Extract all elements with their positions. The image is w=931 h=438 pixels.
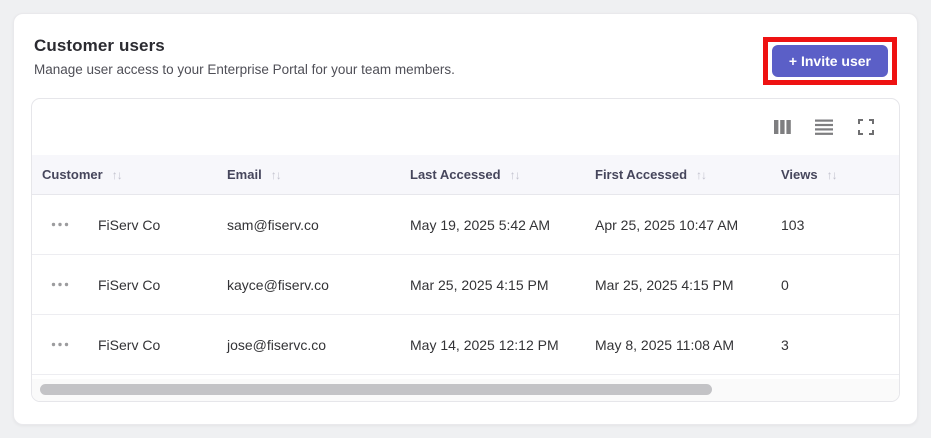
row-menu-icon[interactable] (47, 338, 73, 351)
sort-icon: ↑↓ (696, 167, 707, 182)
column-header-last-accessed[interactable]: Last Accessed ↑↓ (397, 167, 582, 182)
cell-email: jose@fiservc.co (227, 336, 327, 353)
sort-icon: ↑↓ (826, 167, 838, 182)
row-actions-cell (32, 338, 88, 351)
invite-user-button[interactable]: + Invite user (771, 45, 888, 77)
ellipsis-icon-glyph (51, 342, 69, 347)
row-menu-icon[interactable] (47, 218, 73, 231)
row-actions-cell (32, 218, 88, 231)
fullscreen-icon-glyph (858, 119, 874, 135)
table-toolbar (32, 99, 899, 155)
cell-email: kayce@fiserv.co (227, 276, 329, 293)
cell-views: 3 (781, 336, 789, 353)
horizontal-scrollbar-thumb[interactable] (40, 384, 712, 395)
header-text: Customer users Manage user access to you… (34, 36, 455, 77)
cell-email: sam@fiserv.co (227, 216, 319, 233)
column-label: Views (781, 167, 818, 182)
table-row: FiServ Co sam@fiserv.co May 19, 2025 5:4… (32, 195, 899, 255)
fullscreen-icon[interactable] (856, 117, 876, 137)
column-header-email[interactable]: Email ↑↓ (214, 167, 397, 182)
users-table: Customer ↑↓ Email ↑↓ Last Accessed ↑↓ Fi… (31, 98, 900, 402)
cell-last-accessed: May 19, 2025 5:42 AM (410, 216, 551, 233)
cell-first-accessed: Apr 25, 2025 10:47 AM (595, 216, 739, 233)
cell-first-accessed: Mar 25, 2025 4:15 PM (595, 276, 734, 293)
column-label: First Accessed (595, 167, 688, 182)
sort-icon: ↑↓ (111, 167, 123, 182)
row-density-icon[interactable] (814, 117, 834, 137)
row-density-icon-glyph (815, 119, 833, 135)
cell-last-accessed: May 14, 2025 12:12 PM (410, 336, 559, 353)
row-actions-cell (32, 278, 88, 291)
horizontal-scrollbar-track[interactable] (32, 379, 899, 401)
card-header: Customer users Manage user access to you… (31, 36, 900, 85)
column-label: Email (227, 167, 262, 182)
cell-customer: FiServ Co (98, 336, 161, 353)
table-row: FiServ Co kayce@fiserv.co Mar 25, 2025 4… (32, 255, 899, 315)
column-header-views[interactable]: Views ↑↓ (768, 167, 899, 182)
annotation-highlight-box: + Invite user (762, 37, 897, 85)
cell-customer: FiServ Co (98, 276, 161, 293)
row-menu-icon[interactable] (47, 278, 73, 291)
page-title: Customer users (34, 36, 165, 55)
cell-views: 103 (781, 216, 805, 233)
cell-customer: FiServ Co (98, 216, 161, 233)
sort-icon: ↑↓ (270, 167, 282, 182)
sort-icon: ↑↓ (509, 167, 521, 182)
column-label: Last Accessed (410, 167, 501, 182)
customer-users-card: Customer users Manage user access to you… (13, 13, 918, 425)
page-subtitle: Manage user access to your Enterprise Po… (34, 62, 455, 77)
cell-last-accessed: Mar 25, 2025 4:15 PM (410, 276, 549, 293)
cell-first-accessed: May 8, 2025 11:08 AM (595, 336, 735, 353)
column-header-customer[interactable]: Customer ↑↓ (32, 167, 214, 182)
cell-views: 0 (781, 276, 789, 293)
ellipsis-icon-glyph (51, 222, 69, 227)
columns-icon[interactable] (772, 117, 792, 137)
ellipsis-icon-glyph (51, 282, 69, 287)
columns-icon-glyph (773, 120, 791, 134)
column-label: Customer (42, 167, 103, 182)
column-header-first-accessed[interactable]: First Accessed ↑↓ (582, 167, 768, 182)
table-row: FiServ Co jose@fiservc.co May 14, 2025 1… (32, 315, 899, 375)
table-header-row: Customer ↑↓ Email ↑↓ Last Accessed ↑↓ Fi… (32, 155, 899, 195)
